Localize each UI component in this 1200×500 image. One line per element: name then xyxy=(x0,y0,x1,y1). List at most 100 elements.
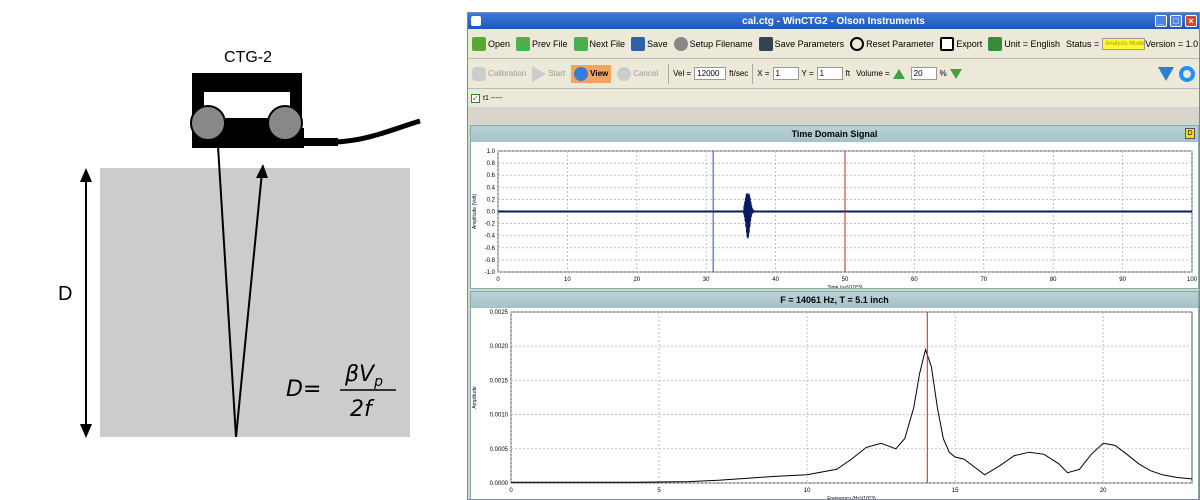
folder-icon xyxy=(472,36,486,51)
formula-lhs: D= xyxy=(286,377,321,402)
y-tick-label: 0.2 xyxy=(487,197,496,203)
x-axis-label: Frequency (Hz)(10^3) xyxy=(827,496,876,500)
freq-chart-title: F = 14061 Hz, T = 5.1 inch xyxy=(471,292,1198,308)
x-tick-label: 40 xyxy=(772,277,779,283)
volume-up-icon[interactable] xyxy=(892,68,905,79)
next-file-button[interactable]: Next File xyxy=(573,36,625,51)
export-icon xyxy=(940,36,955,51)
open-button[interactable]: Open xyxy=(472,36,510,51)
export-button[interactable]: Export xyxy=(940,36,982,51)
depth-arrow-bottom xyxy=(80,424,92,438)
calibration-button[interactable]: Calibration xyxy=(472,66,526,81)
ruler-icon xyxy=(988,36,1003,51)
time-domain-panel: Time Domain Signal D 0 10 20 30 40 50 60 70 80 90… xyxy=(470,125,1199,289)
y-tick-label: 1.0 xyxy=(487,149,496,155)
y-tick-label: -0.6 xyxy=(485,246,496,252)
x-axis-label: Time (µs)(10^3) xyxy=(827,285,862,288)
depth-arrow-top xyxy=(80,168,92,182)
y-tick-label: -0.2 xyxy=(485,222,496,228)
trace-checkbox-row: ✓ t1 ----- xyxy=(468,89,1199,107)
y-tick-label: 0.0010 xyxy=(490,413,509,419)
trace-checkbox[interactable]: ✓ xyxy=(471,93,480,103)
formula-denominator: 2f xyxy=(350,397,375,422)
y-tick-label: 0.0 xyxy=(487,210,496,216)
y-tick-label: -1.0 xyxy=(485,270,496,276)
velocity-input[interactable]: 12000 xyxy=(694,67,727,80)
x-tick-label: 0 xyxy=(509,488,513,494)
volume-down-icon[interactable] xyxy=(949,68,962,79)
volume-label: Volume = xyxy=(856,69,890,78)
x-tick-label: 10 xyxy=(564,277,571,283)
status-label: Status = xyxy=(1065,38,1100,49)
volume-input[interactable]: 20 xyxy=(910,67,937,80)
x-tick-label: 0 xyxy=(496,277,500,283)
y-tick-label: 0.8 xyxy=(487,161,496,167)
ctg-diagram: CTG-2 D D= βVp 2f xyxy=(58,49,421,438)
volume-unit: % xyxy=(939,69,947,78)
x-tick-label: 60 xyxy=(911,277,918,283)
close-button[interactable]: × xyxy=(1185,15,1197,27)
y-tick-label: 0.0005 xyxy=(490,447,509,453)
y-label: Y = xyxy=(801,69,814,78)
save-parameters-button[interactable]: Save Parameters xyxy=(758,36,844,51)
y-tick-label: -0.8 xyxy=(485,258,496,264)
reset-parameter-button[interactable]: Reset Parameter xyxy=(850,36,934,51)
cancel-button[interactable]: Cancel xyxy=(617,66,658,81)
title-bar: cal.ctg - WinCTG2 - Olson Instruments _ … xyxy=(468,13,1199,29)
depth-label: D xyxy=(58,283,72,305)
filter-icon[interactable] xyxy=(1158,66,1174,81)
main-toolbar: Open Prev File Next File Save Setup File… xyxy=(468,29,1199,59)
x-tick-label: 80 xyxy=(1050,277,1057,283)
x-tick-label: 20 xyxy=(633,277,640,283)
x-tick-label: 20 xyxy=(1100,488,1107,494)
y-input[interactable]: 1 xyxy=(816,67,843,80)
x-tick-label: 90 xyxy=(1119,277,1126,283)
time-chart-title: Time Domain Signal xyxy=(471,126,1198,142)
acquisition-toolbar: Calibration Start View Cancel Vel = 1200… xyxy=(468,59,1199,89)
separator xyxy=(752,63,754,84)
start-button[interactable]: Start xyxy=(532,65,565,82)
y-tick-label: -0.4 xyxy=(485,234,496,240)
prev-file-button[interactable]: Prev File xyxy=(516,36,568,51)
device-wheel-left xyxy=(190,105,226,141)
x-input[interactable]: 1 xyxy=(772,67,799,80)
vel-label: Vel = xyxy=(673,69,692,78)
forward-arrow-icon xyxy=(573,36,588,51)
status-value: Analysis Mode xyxy=(1102,37,1146,50)
time-domain-chart: 0 10 20 30 40 50 60 70 80 90 100 1.0 0.8 0.6 0.4 0.2 0.0… xyxy=(471,142,1198,288)
gear-icon xyxy=(673,36,688,51)
maximize-button[interactable]: □ xyxy=(1170,15,1182,27)
x-tick-label: 30 xyxy=(703,277,710,283)
x-tick-label: 10 xyxy=(804,488,811,494)
device-label: CTG-2 xyxy=(224,49,272,66)
x-tick-label: 100 xyxy=(1187,277,1198,283)
y-tick-label: 0.6 xyxy=(487,173,496,179)
play-icon xyxy=(532,65,547,82)
device-wheel-right xyxy=(267,105,303,141)
back-arrow-icon xyxy=(516,36,531,51)
cable xyxy=(335,118,421,145)
pin-icon[interactable]: D xyxy=(1185,128,1195,139)
x-tick-label: 5 xyxy=(657,488,661,494)
y-tick-label: 0.0020 xyxy=(490,344,509,350)
y-tick-label: 0.0025 xyxy=(490,310,509,316)
y-tick-label: 0.0000 xyxy=(490,481,509,487)
view-button[interactable]: View xyxy=(571,64,612,83)
wincctg-window: cal.ctg - WinCTG2 - Olson Instruments _ … xyxy=(467,12,1200,500)
save-button[interactable]: Save xyxy=(631,36,668,51)
calibration-icon xyxy=(472,66,486,81)
y-tick-label: 0.0015 xyxy=(490,378,509,384)
y-axis-label: Amplitude xyxy=(472,386,478,408)
setup-filename-button[interactable]: Setup Filename xyxy=(673,36,753,51)
separator xyxy=(668,63,670,84)
unit-button[interactable]: Unit = English xyxy=(988,36,1060,51)
x-tick-label: 50 xyxy=(842,277,849,283)
floppy-icon xyxy=(758,36,773,51)
floppy-icon xyxy=(631,36,646,51)
minimize-button[interactable]: _ xyxy=(1155,15,1167,27)
power-icon xyxy=(850,36,865,51)
settings-gear-icon[interactable] xyxy=(1179,65,1195,82)
frequency-chart: 0 5 10 15 20 0.0025 0.0020 0.0015 0.0010 0.0005 0.… xyxy=(471,308,1198,500)
x-label: X = xyxy=(757,69,770,78)
plot-area xyxy=(510,311,1193,484)
